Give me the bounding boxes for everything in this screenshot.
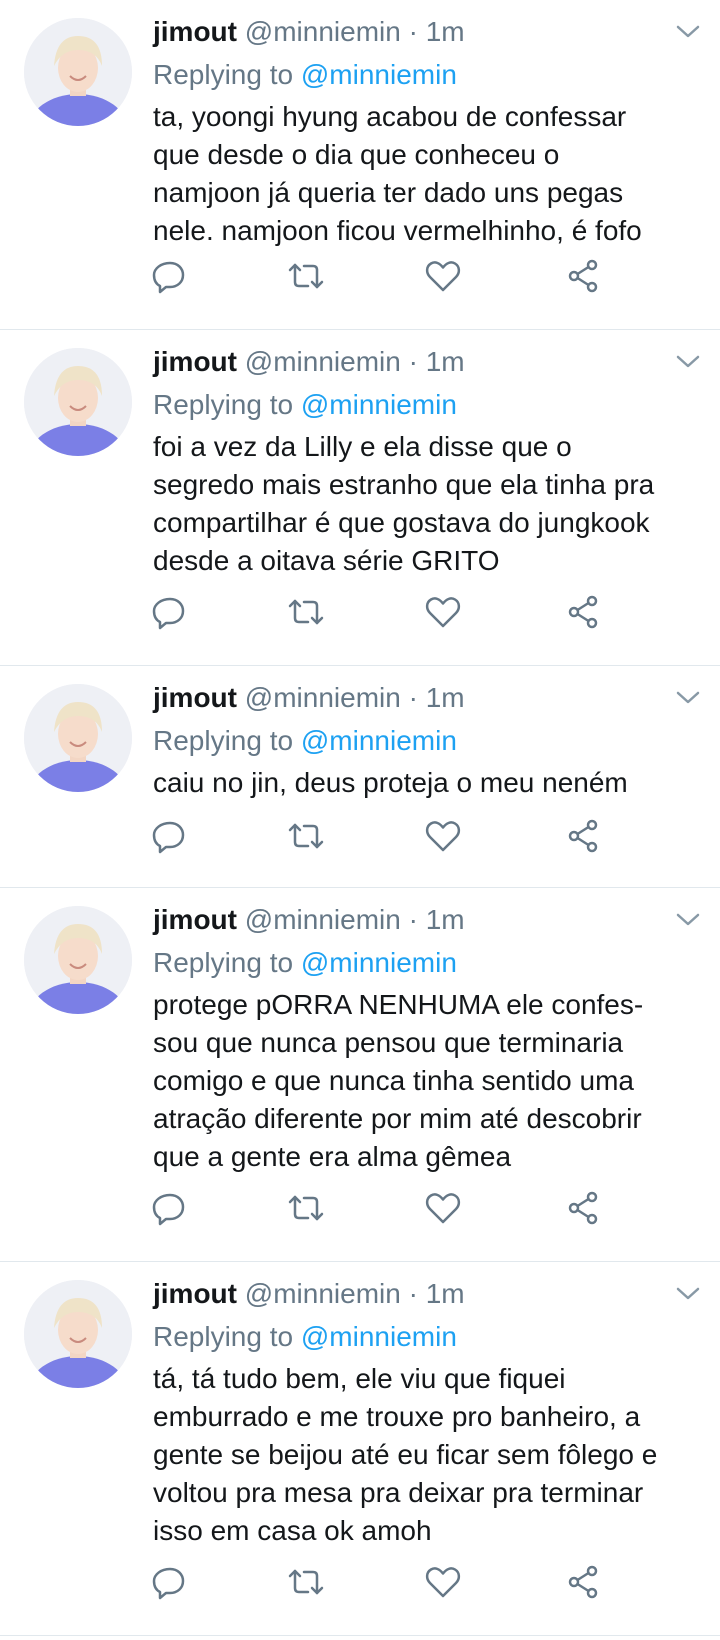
mention-link[interactable]: @minniemin: [301, 59, 457, 90]
chevron-down-icon[interactable]: [676, 24, 700, 45]
share-icon[interactable]: [563, 1562, 603, 1602]
retweet-icon[interactable]: [286, 816, 326, 856]
like-icon[interactable]: [423, 816, 463, 856]
avatar[interactable]: [24, 1280, 132, 1388]
like-icon[interactable]: [423, 1188, 463, 1228]
display-name[interactable]: jimout: [153, 16, 237, 47]
mention-link[interactable]: @minniemin: [301, 389, 457, 420]
reply-icon[interactable]: [150, 1562, 190, 1602]
chevron-down-icon[interactable]: [676, 1286, 700, 1307]
timestamp[interactable]: · 1m: [409, 346, 465, 377]
action-bar: [0, 592, 720, 632]
tweet-text: caiu no jin, deus proteja o meu neném: [153, 767, 628, 798]
tweet-text: ta, yoongi hyung acabou de confessar que…: [153, 101, 642, 246]
replying-prefix: Replying to: [153, 59, 294, 90]
share-icon[interactable]: [563, 816, 603, 856]
tweet[interactable]: jimout @minniemin · 1m Replying to @minn…: [0, 1262, 720, 1636]
tweet-text: foi a vez da Lilly e ela disse que o seg…: [153, 431, 655, 576]
timestamp[interactable]: · 1m: [409, 682, 465, 713]
chevron-down-icon[interactable]: [676, 690, 700, 711]
tweet[interactable]: jimout @minniemin · 1m Replying to @minn…: [0, 666, 720, 888]
display-name[interactable]: jimout: [153, 1278, 237, 1309]
reply-icon[interactable]: [150, 1188, 190, 1228]
share-icon[interactable]: [563, 256, 603, 296]
replying-to: Replying to @minniemin: [153, 723, 457, 759]
replying-prefix: Replying to: [153, 1321, 294, 1352]
tweet-header: jimout @minniemin · 1m: [153, 902, 465, 938]
tweet-header: jimout @minniemin · 1m: [153, 680, 465, 716]
avatar[interactable]: [24, 348, 132, 456]
tweet-header: jimout @minniemin · 1m: [153, 344, 465, 380]
replying-to: Replying to @minniemin: [153, 1319, 457, 1355]
replying-prefix: Replying to: [153, 725, 294, 756]
handle[interactable]: @minniemin: [245, 1278, 401, 1309]
chevron-down-icon[interactable]: [676, 912, 700, 933]
action-bar: [0, 1188, 720, 1228]
display-name[interactable]: jimout: [153, 904, 237, 935]
display-name[interactable]: jimout: [153, 346, 237, 377]
replying-to: Replying to @minniemin: [153, 945, 457, 981]
avatar[interactable]: [24, 906, 132, 1014]
timestamp[interactable]: · 1m: [409, 16, 465, 47]
like-icon[interactable]: [423, 1562, 463, 1602]
tweet-text: protege pORRA NENHUMA ele confes- sou qu…: [153, 989, 644, 1172]
reply-icon[interactable]: [150, 816, 190, 856]
replying-prefix: Replying to: [153, 389, 294, 420]
tweet[interactable]: jimout @minniemin · 1m Replying to @minn…: [0, 330, 720, 666]
mention-link[interactable]: @minniemin: [301, 1321, 457, 1352]
reply-icon[interactable]: [150, 592, 190, 632]
action-bar: [0, 1562, 720, 1602]
tweet-text: tá, tá tudo bem, ele viu que fiquei embu…: [153, 1363, 658, 1546]
replying-to: Replying to @minniemin: [153, 57, 457, 93]
mention-link[interactable]: @minniemin: [301, 725, 457, 756]
share-icon[interactable]: [563, 592, 603, 632]
display-name[interactable]: jimout: [153, 682, 237, 713]
retweet-icon[interactable]: [286, 256, 326, 296]
action-bar: [0, 256, 720, 296]
action-bar: [0, 816, 720, 856]
retweet-icon[interactable]: [286, 592, 326, 632]
tweet[interactable]: jimout @minniemin · 1m Replying to @minn…: [0, 888, 720, 1262]
chevron-down-icon[interactable]: [676, 354, 700, 375]
handle[interactable]: @minniemin: [245, 346, 401, 377]
retweet-icon[interactable]: [286, 1562, 326, 1602]
avatar[interactable]: [24, 18, 132, 126]
avatar[interactable]: [24, 684, 132, 792]
handle[interactable]: @minniemin: [245, 682, 401, 713]
timestamp[interactable]: · 1m: [409, 904, 465, 935]
like-icon[interactable]: [423, 592, 463, 632]
tweet-header: jimout @minniemin · 1m: [153, 1276, 465, 1312]
handle[interactable]: @minniemin: [245, 904, 401, 935]
replying-to: Replying to @minniemin: [153, 387, 457, 423]
timestamp[interactable]: · 1m: [409, 1278, 465, 1309]
mention-link[interactable]: @minniemin: [301, 947, 457, 978]
tweet-header: jimout @minniemin · 1m: [153, 14, 465, 50]
tweet[interactable]: jimout @minniemin · 1m Replying to @minn…: [0, 0, 720, 330]
like-icon[interactable]: [423, 256, 463, 296]
replying-prefix: Replying to: [153, 947, 294, 978]
retweet-icon[interactable]: [286, 1188, 326, 1228]
handle[interactable]: @minniemin: [245, 16, 401, 47]
share-icon[interactable]: [563, 1188, 603, 1228]
reply-icon[interactable]: [150, 256, 190, 296]
